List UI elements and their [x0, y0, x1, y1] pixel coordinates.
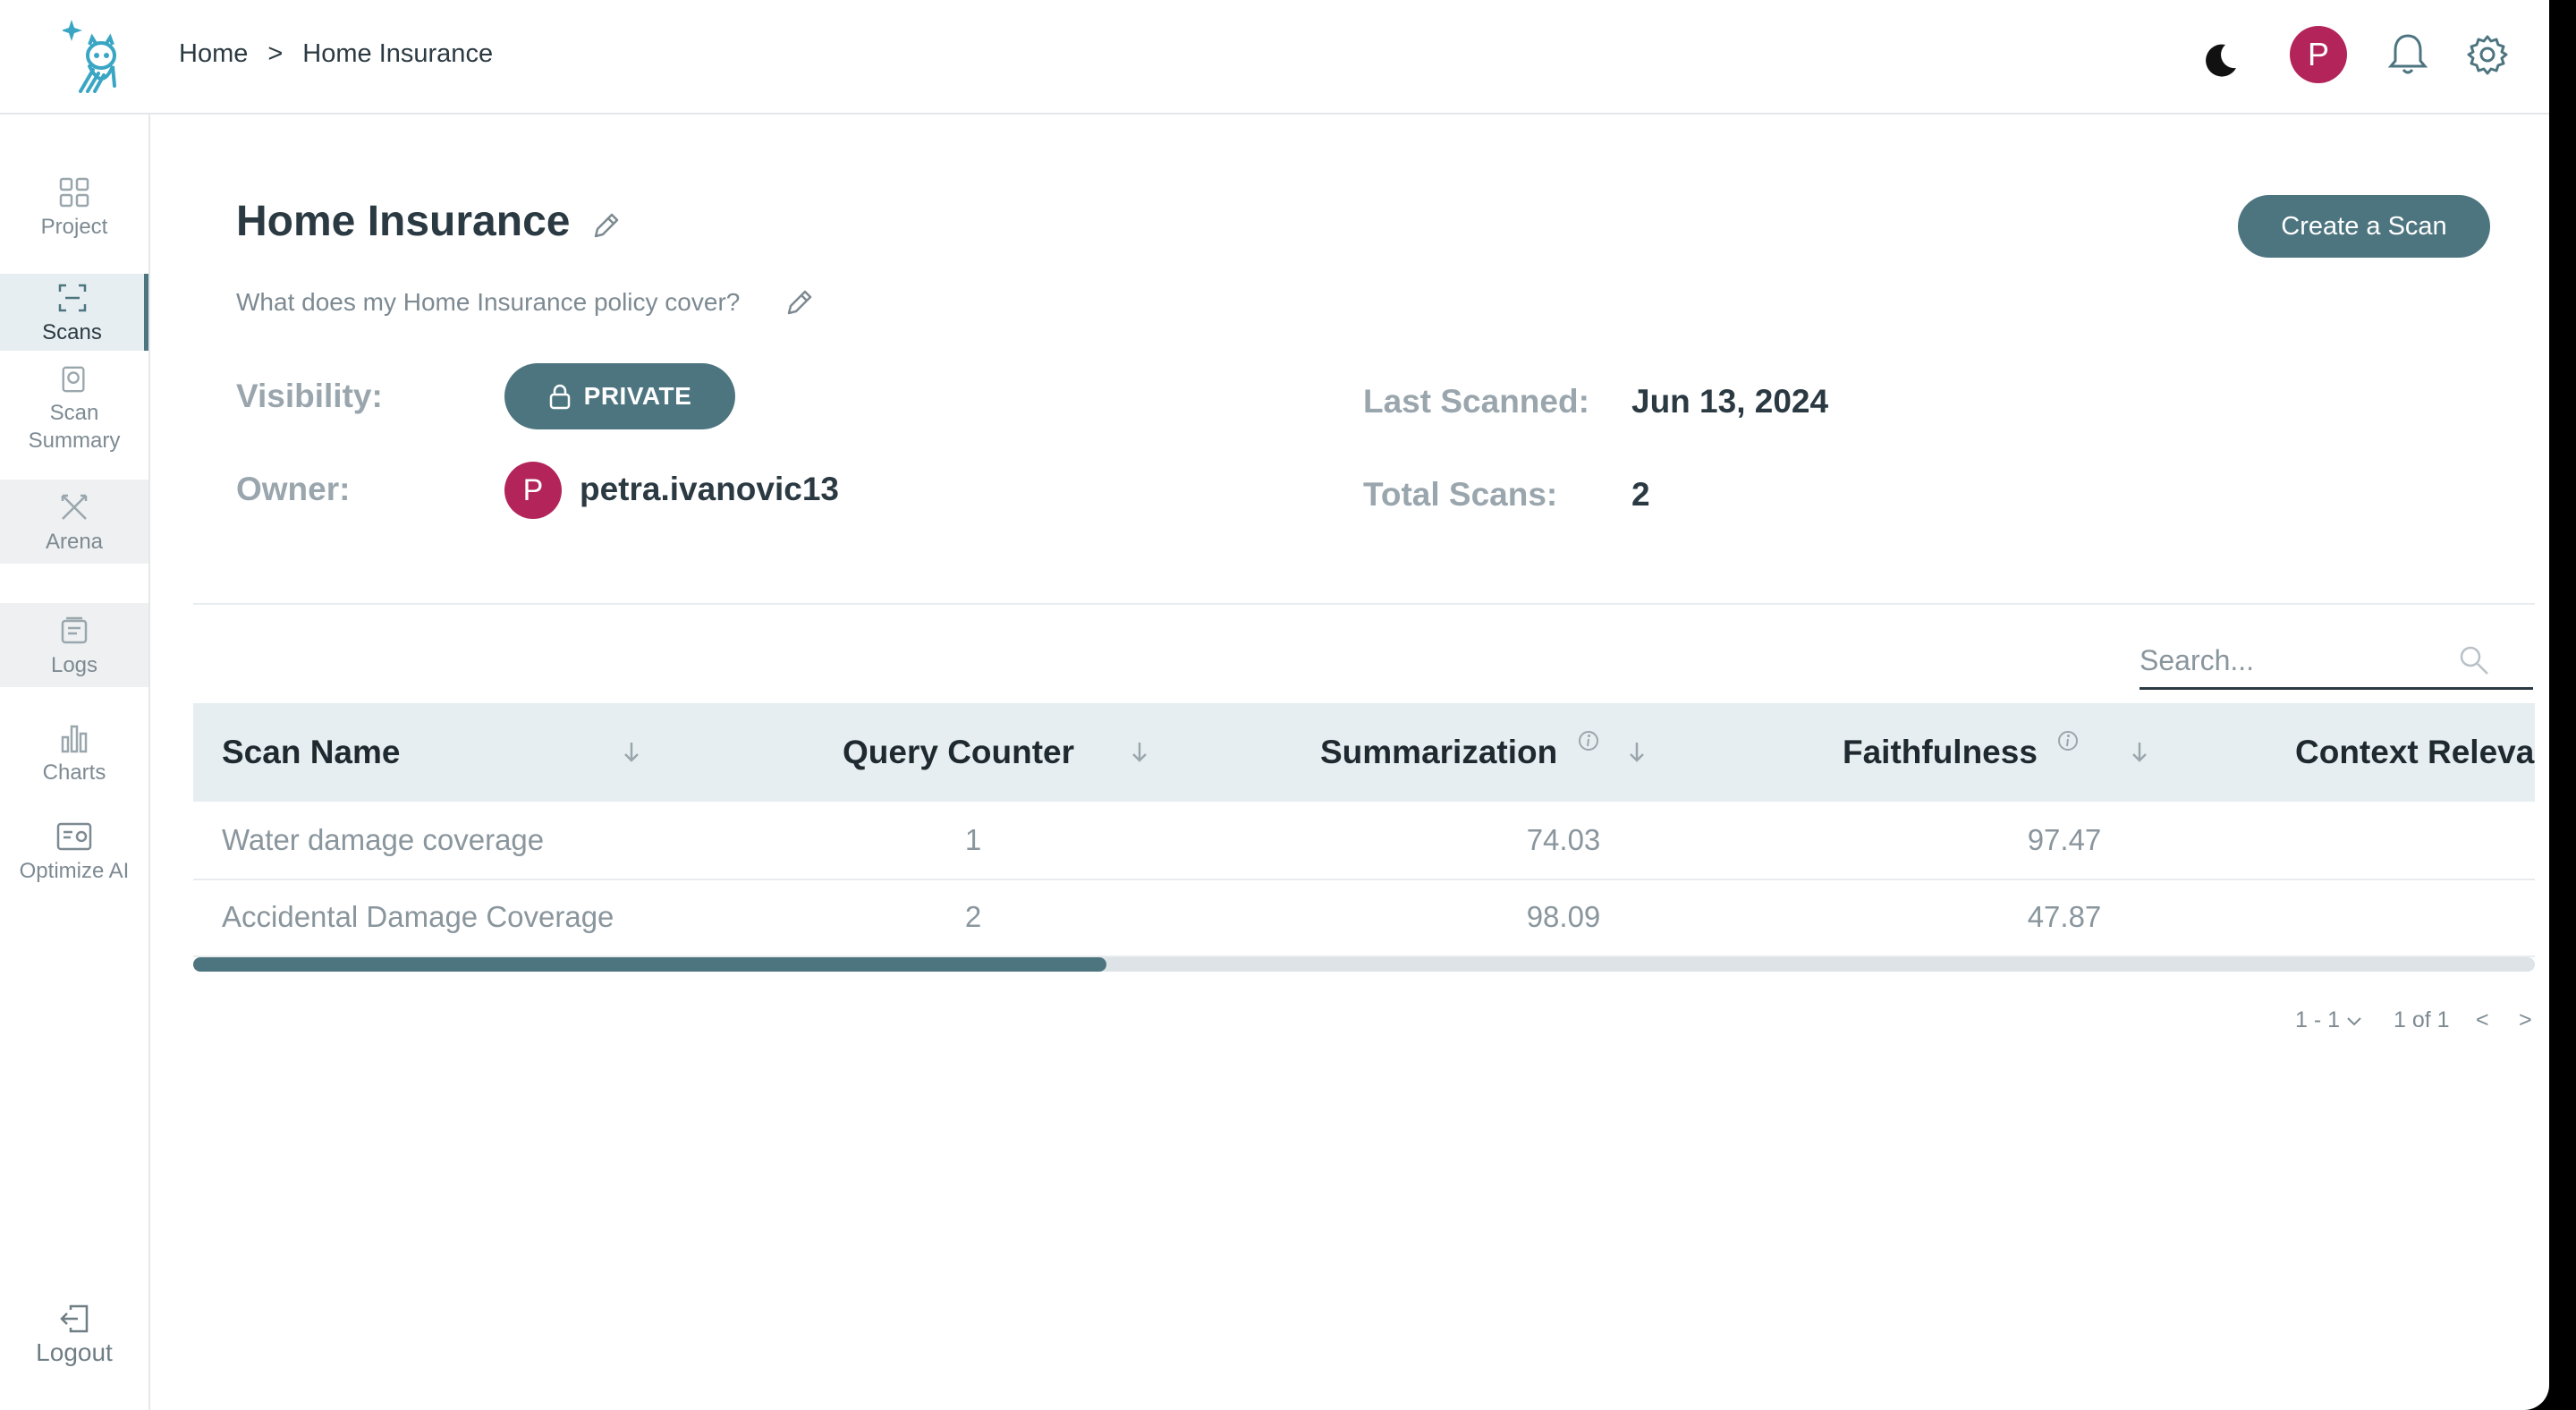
cell-query-counter: 1 — [964, 823, 982, 856]
sidebar-item-label: Optimize AI — [19, 859, 130, 883]
column-header-faithfulness[interactable]: Faithfulness — [1843, 703, 2038, 802]
app-window: Home > Home Insurance P Project Scans Sc… — [0, 0, 2549, 1410]
last-scanned-value: Jun 13, 2024 — [1631, 383, 1829, 420]
sidebar-item-logs[interactable]: Logs — [0, 603, 148, 687]
moon-icon[interactable] — [2202, 41, 2240, 79]
create-scan-button[interactable]: Create a Scan — [2238, 195, 2490, 258]
column-header-scan-name[interactable]: Scan Name — [222, 703, 401, 802]
sidebar: Project Scans Scan Summary Arena Logs Ch… — [0, 115, 150, 1410]
sidebar-item-arena[interactable]: Arena — [0, 480, 148, 564]
cell-faithfulness: 97.47 — [2027, 823, 2102, 856]
table-row[interactable]: Water damage coverage 1 74.03 97.47 0 — [193, 802, 2535, 880]
logs-icon — [61, 616, 88, 644]
breadcrumb: Home > Home Insurance — [179, 39, 493, 69]
bar-chart-icon — [61, 725, 88, 753]
breadcrumb-home[interactable]: Home — [179, 39, 248, 69]
scan-icon — [58, 284, 86, 312]
owner-name: petra.ivanovic13 — [580, 471, 839, 507]
visibility-toggle-button[interactable]: PRIVATE — [504, 363, 735, 429]
table-header: Scan Name Query Counter Summarization Fa… — [193, 703, 2535, 802]
bell-icon[interactable] — [2386, 32, 2429, 77]
visibility-value: PRIVATE — [583, 382, 692, 410]
column-header-query-counter[interactable]: Query Counter — [843, 703, 1074, 802]
scans-table: Scan Name Query Counter Summarization Fa… — [193, 703, 2535, 972]
owner-avatar: P — [504, 462, 562, 519]
logout-icon — [60, 1304, 89, 1333]
sidebar-item-label: Scan Summary — [28, 401, 121, 453]
info-icon[interactable] — [2057, 730, 2079, 752]
grid-icon — [59, 177, 89, 208]
prev-page-button[interactable]: < — [2476, 1007, 2489, 1033]
scrollbar-thumb[interactable] — [193, 957, 1106, 972]
logout-button[interactable]: Logout — [0, 1304, 148, 1376]
sidebar-item-optimize-ai[interactable]: Optimize AI — [0, 821, 148, 893]
cell-query-counter: 2 — [964, 900, 982, 933]
chevron-down-icon — [2347, 1017, 2361, 1026]
owl-logo-icon[interactable] — [63, 20, 122, 93]
sort-arrow-icon[interactable] — [619, 739, 644, 766]
top-header: Home > Home Insurance P — [0, 0, 2549, 115]
column-header-context-relevance[interactable]: Context Releva — [2295, 703, 2534, 802]
sidebar-item-label: Charts — [42, 760, 106, 785]
page-info: 1 of 1 — [2394, 1007, 2450, 1032]
horizontal-scrollbar[interactable] — [193, 957, 2535, 972]
sidebar-item-label: Logs — [50, 653, 98, 677]
breadcrumb-separator: > — [267, 39, 284, 68]
arena-icon — [61, 494, 88, 520]
sort-arrow-icon[interactable] — [1624, 739, 1649, 766]
sidebar-item-scan-summary[interactable]: Scan Summary — [0, 365, 148, 454]
scan-summary-icon — [62, 366, 85, 393]
cell-faithfulness: 47.87 — [2027, 900, 2102, 933]
next-page-button[interactable]: > — [2519, 1007, 2532, 1033]
owner-label: Owner: — [236, 471, 351, 507]
info-icon[interactable] — [1578, 730, 1599, 752]
cell-summarization: 74.03 — [1526, 823, 1601, 856]
breadcrumb-current: Home Insurance — [302, 39, 494, 68]
sidebar-item-scans[interactable]: Scans — [0, 274, 148, 351]
page-size-select[interactable]: 1 - 1 — [2295, 1007, 2362, 1033]
column-header-summarization[interactable]: Summarization — [1320, 703, 1557, 802]
sort-arrow-icon[interactable] — [1127, 739, 1152, 766]
optimize-icon — [56, 822, 92, 851]
sidebar-item-label: Scans — [42, 320, 102, 344]
search-icon[interactable] — [2458, 644, 2490, 676]
sort-arrow-icon[interactable] — [2127, 739, 2152, 766]
edit-description-icon[interactable] — [784, 288, 814, 319]
total-scans-value: 2 — [1631, 476, 1650, 513]
cell-scan-name[interactable]: Accidental Damage Coverage — [222, 879, 614, 956]
page-size-value: 1 - 1 — [2295, 1007, 2341, 1032]
section-divider — [193, 603, 2535, 605]
sidebar-item-project[interactable]: Project — [0, 177, 148, 249]
lock-icon — [549, 384, 570, 410]
cell-context-relevance: 0 — [2512, 802, 2535, 879]
user-avatar[interactable]: P — [2290, 26, 2347, 83]
last-scanned-label: Last Scanned: — [1363, 383, 1589, 420]
logout-label: Logout — [36, 1338, 113, 1366]
sidebar-item-label: Project — [40, 215, 108, 239]
cell-context-relevance: 0 — [2512, 879, 2535, 956]
search-input[interactable] — [2140, 641, 2462, 680]
cell-scan-name[interactable]: Water damage coverage — [222, 802, 544, 879]
cell-summarization: 98.09 — [1526, 900, 1601, 933]
sidebar-item-charts[interactable]: Charts — [0, 723, 148, 794]
sidebar-item-label: Arena — [45, 530, 104, 554]
page-title: Home Insurance — [236, 198, 571, 245]
table-row[interactable]: Accidental Damage Coverage 2 98.09 47.87… — [193, 879, 2535, 957]
gear-icon[interactable] — [2467, 34, 2508, 75]
visibility-label: Visibility: — [236, 378, 383, 414]
edit-title-icon[interactable] — [590, 211, 621, 242]
project-description: What does my Home Insurance policy cover… — [236, 288, 741, 316]
total-scans-label: Total Scans: — [1363, 476, 1558, 513]
